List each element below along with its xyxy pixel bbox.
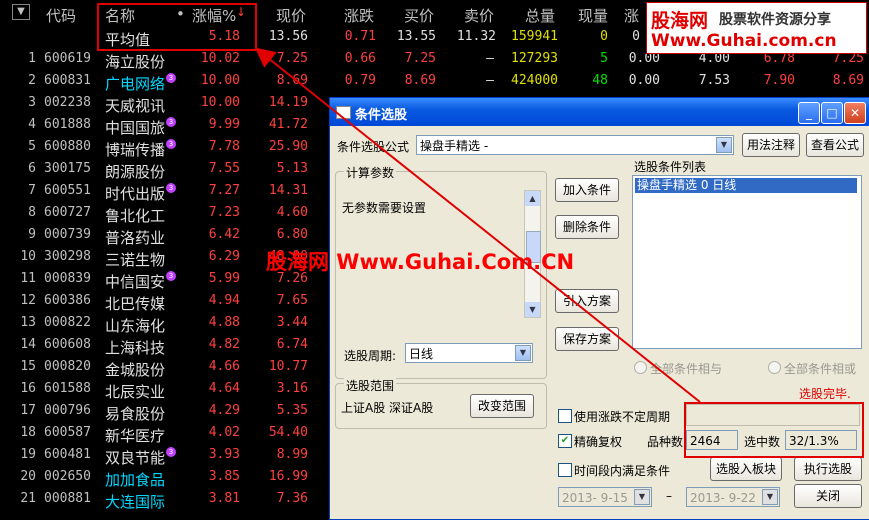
annotation-arrow — [254, 47, 701, 403]
arrow-line — [254, 47, 701, 403]
